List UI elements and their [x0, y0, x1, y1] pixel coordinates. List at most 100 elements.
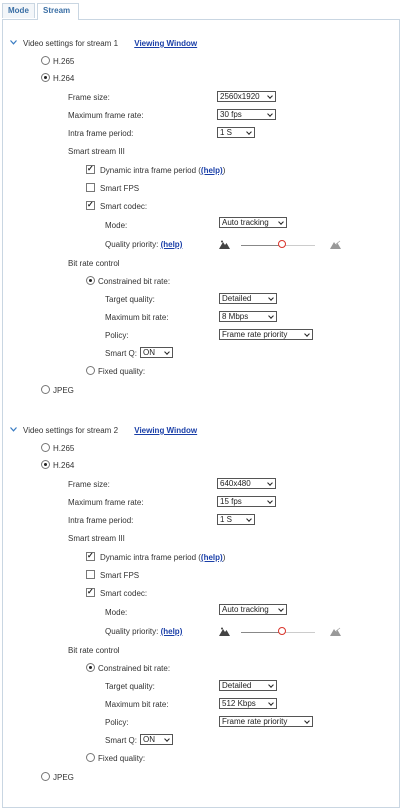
help-link[interactable]: (help) [201, 553, 223, 562]
high-quality-icon [330, 239, 341, 251]
bit-rate-control-heading: Bit rate control [68, 259, 120, 268]
quality-priority-label: Quality priority: [105, 627, 161, 636]
intra-frame-period-label: Intra frame period: [68, 516, 134, 525]
fixed-quality-radio[interactable] [86, 753, 95, 762]
h265-label: H.265 [53, 57, 75, 66]
frame-size-label: Frame size: [68, 480, 110, 489]
fixed-quality-label: Fixed quality: [98, 754, 146, 763]
quality-priority-row: Quality priority: (help) [105, 626, 182, 638]
tab-stream[interactable]: Stream [37, 3, 79, 20]
max-frame-rate-select[interactable]: 15 fps [217, 496, 276, 507]
dynamic-intra-label: Dynamic intra frame period ( [100, 553, 201, 562]
dynamic-intra-checkbox[interactable] [86, 163, 95, 175]
constrained-option[interactable]: Constrained bit rate: [86, 276, 170, 288]
smart-q-select[interactable]: ON [140, 347, 174, 359]
tab-mode[interactable]: Mode [2, 3, 35, 18]
intra-frame-period-select[interactable]: 1 S [217, 514, 255, 525]
stream-settings-panel [2, 19, 400, 808]
smart-fps-option[interactable]: Smart FPS [86, 183, 139, 195]
tab-bar: Mode Stream [2, 3, 400, 20]
smart-q-select[interactable]: ON [140, 734, 174, 746]
chevron-down-icon[interactable] [10, 39, 23, 48]
dynamic-intra-option[interactable]: Dynamic intra frame period ((help)) [86, 163, 225, 177]
jpeg-radio[interactable] [41, 772, 50, 781]
codec-h264-option[interactable]: H.264 [41, 460, 74, 472]
target-quality-label: Target quality: [105, 682, 155, 691]
mode-select[interactable]: Auto tracking [219, 217, 287, 228]
constrained-option[interactable]: Constrained bit rate: [86, 663, 170, 675]
quality-priority-label: Quality priority: [105, 240, 161, 249]
smart-codec-option[interactable]: Smart codec: [86, 586, 148, 600]
h265-radio[interactable] [41, 56, 50, 65]
jpeg-label: JPEG [53, 386, 74, 395]
max-bit-rate-select[interactable]: 8 Mbps [219, 311, 277, 322]
smart-codec-option[interactable]: Smart codec: [86, 199, 148, 213]
stream-title: Video settings for stream 1 [23, 39, 119, 48]
smart-fps-checkbox[interactable] [86, 183, 95, 192]
viewing-window-link[interactable]: Viewing Window [134, 426, 197, 435]
jpeg-radio[interactable] [41, 385, 50, 394]
quality-priority-slider[interactable] [219, 626, 349, 638]
mode-label: Mode: [105, 221, 128, 230]
slider-knob[interactable] [277, 240, 286, 248]
help-link[interactable]: (help) [161, 240, 183, 249]
smart-q-row: Smart Q: ON [105, 734, 174, 747]
smart-codec-label: Smart codec: [100, 589, 148, 598]
target-quality-label: Target quality: [105, 295, 155, 304]
smart-fps-label: Smart FPS [100, 571, 140, 580]
policy-select[interactable]: Frame rate priority [219, 329, 313, 340]
h264-radio[interactable] [41, 460, 50, 469]
frame-size-select[interactable]: 640x480 [217, 478, 276, 489]
h265-label: H.265 [53, 444, 75, 453]
help-link[interactable]: (help) [161, 627, 183, 636]
h265-radio[interactable] [41, 443, 50, 452]
jpeg-label: JPEG [53, 773, 74, 782]
chevron-down-icon[interactable] [10, 426, 23, 435]
smart-stream-heading: Smart stream III [68, 147, 125, 156]
stream-header: Video settings for stream 1 Viewing Wind… [10, 38, 197, 50]
viewing-window-link[interactable]: Viewing Window [134, 39, 197, 48]
max-bit-rate-label: Maximum bit rate: [105, 700, 169, 709]
policy-select[interactable]: Frame rate priority [219, 716, 313, 727]
policy-label: Policy: [105, 331, 129, 340]
codec-h265-option[interactable]: H.265 [41, 56, 74, 68]
low-quality-icon [219, 239, 230, 251]
constrained-radio[interactable] [86, 663, 95, 672]
codec-h265-option[interactable]: H.265 [41, 443, 74, 455]
constrained-label: Constrained bit rate: [98, 277, 171, 286]
fixed-quality-option[interactable]: Fixed quality: [86, 366, 145, 378]
codec-jpeg-option[interactable]: JPEG [41, 772, 74, 784]
smart-codec-checkbox[interactable] [86, 199, 95, 211]
quality-priority-slider[interactable] [219, 239, 349, 251]
mode-select[interactable]: Auto tracking [219, 604, 287, 615]
target-quality-select[interactable]: Detailed [219, 293, 277, 304]
max-frame-rate-select[interactable]: 30 fps [217, 109, 276, 120]
intra-frame-period-select[interactable]: 1 S [217, 127, 255, 138]
slider-fill [241, 245, 282, 246]
policy-label: Policy: [105, 718, 129, 727]
fixed-quality-radio[interactable] [86, 366, 95, 375]
dynamic-intra-label: Dynamic intra frame period ( [100, 166, 201, 175]
high-quality-icon [330, 626, 341, 638]
smart-q-label: Smart Q: [105, 736, 138, 745]
constrained-radio[interactable] [86, 276, 95, 285]
smart-q-label: Smart Q: [105, 349, 138, 358]
slider-fill [241, 632, 282, 633]
dynamic-intra-checkbox[interactable] [86, 550, 95, 562]
help-link[interactable]: (help) [201, 166, 223, 175]
fixed-quality-option[interactable]: Fixed quality: [86, 753, 145, 765]
smart-q-row: Smart Q: ON [105, 347, 174, 360]
codec-jpeg-option[interactable]: JPEG [41, 385, 74, 397]
smart-codec-label: Smart codec: [100, 202, 148, 211]
smart-fps-option[interactable]: Smart FPS [86, 570, 139, 582]
smart-fps-checkbox[interactable] [86, 570, 95, 579]
slider-knob[interactable] [277, 627, 286, 635]
dynamic-intra-option[interactable]: Dynamic intra frame period ((help)) [86, 550, 226, 564]
max-bit-rate-select[interactable]: 512 Kbps [219, 698, 277, 709]
smart-codec-checkbox[interactable] [86, 586, 95, 598]
h264-radio[interactable] [41, 73, 50, 82]
frame-size-select[interactable]: 2560x1920 [217, 91, 276, 102]
close-paren: ) [222, 553, 226, 562]
codec-h264-option[interactable]: H.264 [41, 73, 74, 85]
target-quality-select[interactable]: Detailed [219, 680, 277, 691]
